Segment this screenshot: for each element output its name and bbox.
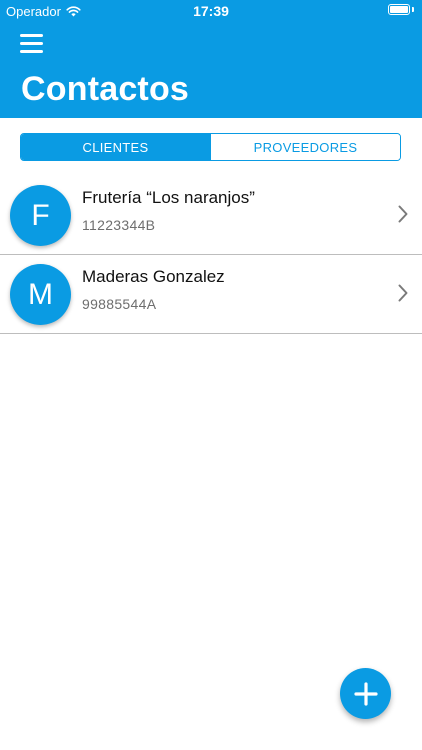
contact-name: Maderas Gonzalez [82, 267, 225, 286]
chevron-right-icon [398, 284, 408, 302]
status-time: 17:39 [193, 3, 229, 19]
page-title: Contactos [21, 70, 190, 108]
contact-list: F Frutería “Los naranjos” 11223344B M Ma… [0, 176, 422, 334]
battery-icon [388, 4, 414, 15]
contact-tax-id: 99885544A [82, 296, 157, 312]
avatar: F [10, 185, 71, 246]
contact-row-maderas[interactable]: M Maderas Gonzalez 99885544A [0, 255, 422, 334]
contact-tax-id: 11223344B [82, 217, 156, 233]
add-contact-button[interactable] [340, 668, 391, 719]
chevron-right-icon [398, 205, 408, 223]
plus-icon [353, 681, 378, 706]
contact-name: Frutería “Los naranjos” [82, 188, 255, 207]
hamburger-menu-icon[interactable] [18, 32, 46, 54]
tab-proveedores[interactable]: PROVEEDORES [210, 134, 400, 160]
tab-clientes[interactable]: CLIENTES [21, 134, 210, 160]
avatar: M [10, 264, 71, 325]
app-header: Operador 17:39 Contactos [0, 0, 422, 118]
contact-row-fruteria[interactable]: F Frutería “Los naranjos” 11223344B [0, 176, 422, 255]
contact-type-segmented-control: CLIENTES PROVEEDORES [20, 133, 401, 161]
status-bar: Operador 17:39 [0, 0, 422, 22]
